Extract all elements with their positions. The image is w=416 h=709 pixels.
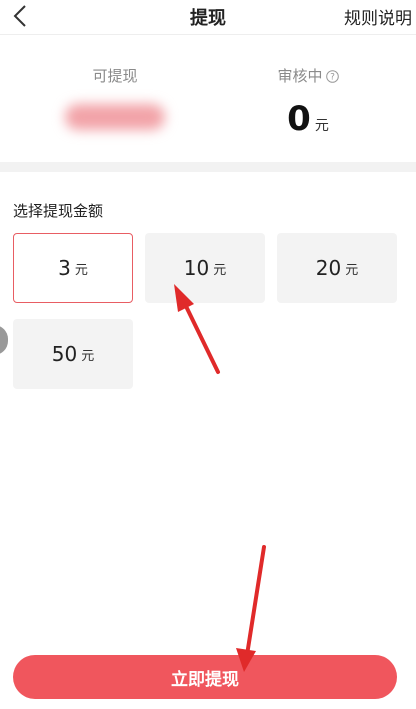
annotation-arrow-lower — [236, 545, 266, 672]
amount-option-10[interactable]: 10 元 — [145, 233, 265, 303]
option-unit: 元 — [213, 262, 227, 278]
help-icon[interactable]: ? — [325, 69, 339, 87]
pending-column: 审核中? 0元 — [218, 65, 398, 139]
pending-label: 审核中 — [277, 67, 323, 85]
balance-summary: 可提现 审核中? 0元 — [0, 35, 416, 160]
option-value: 50 — [51, 342, 78, 366]
option-value: 20 — [315, 256, 342, 280]
rules-link[interactable]: 规则说明 — [344, 4, 412, 29]
option-unit: 元 — [345, 262, 359, 278]
withdraw-now-button[interactable]: 立即提现 — [13, 655, 397, 699]
available-label: 可提现 — [92, 67, 138, 85]
option-unit: 元 — [81, 348, 95, 364]
pending-amount: 0 — [287, 99, 311, 139]
top-bar: 提现 规则说明 — [0, 0, 416, 35]
pending-amount-row: 0元 — [218, 99, 398, 139]
choose-amount-label: 选择提现金额 — [13, 202, 104, 220]
amount-option-20[interactable]: 20 元 — [277, 233, 397, 303]
svg-text:?: ? — [330, 73, 335, 83]
amount-option-50[interactable]: 50 元 — [13, 319, 133, 389]
pending-unit: 元 — [314, 118, 329, 134]
pending-label-row: 审核中? — [218, 65, 398, 87]
option-unit: 元 — [74, 262, 88, 278]
option-value: 3 — [58, 256, 71, 280]
section-divider — [0, 162, 416, 172]
option-value: 10 — [183, 256, 210, 280]
floating-side-handle[interactable] — [0, 325, 8, 355]
amount-option-3[interactable]: 3元 — [13, 233, 133, 303]
available-column: 可提现 — [25, 65, 205, 130]
available-amount-blurred — [65, 104, 165, 130]
